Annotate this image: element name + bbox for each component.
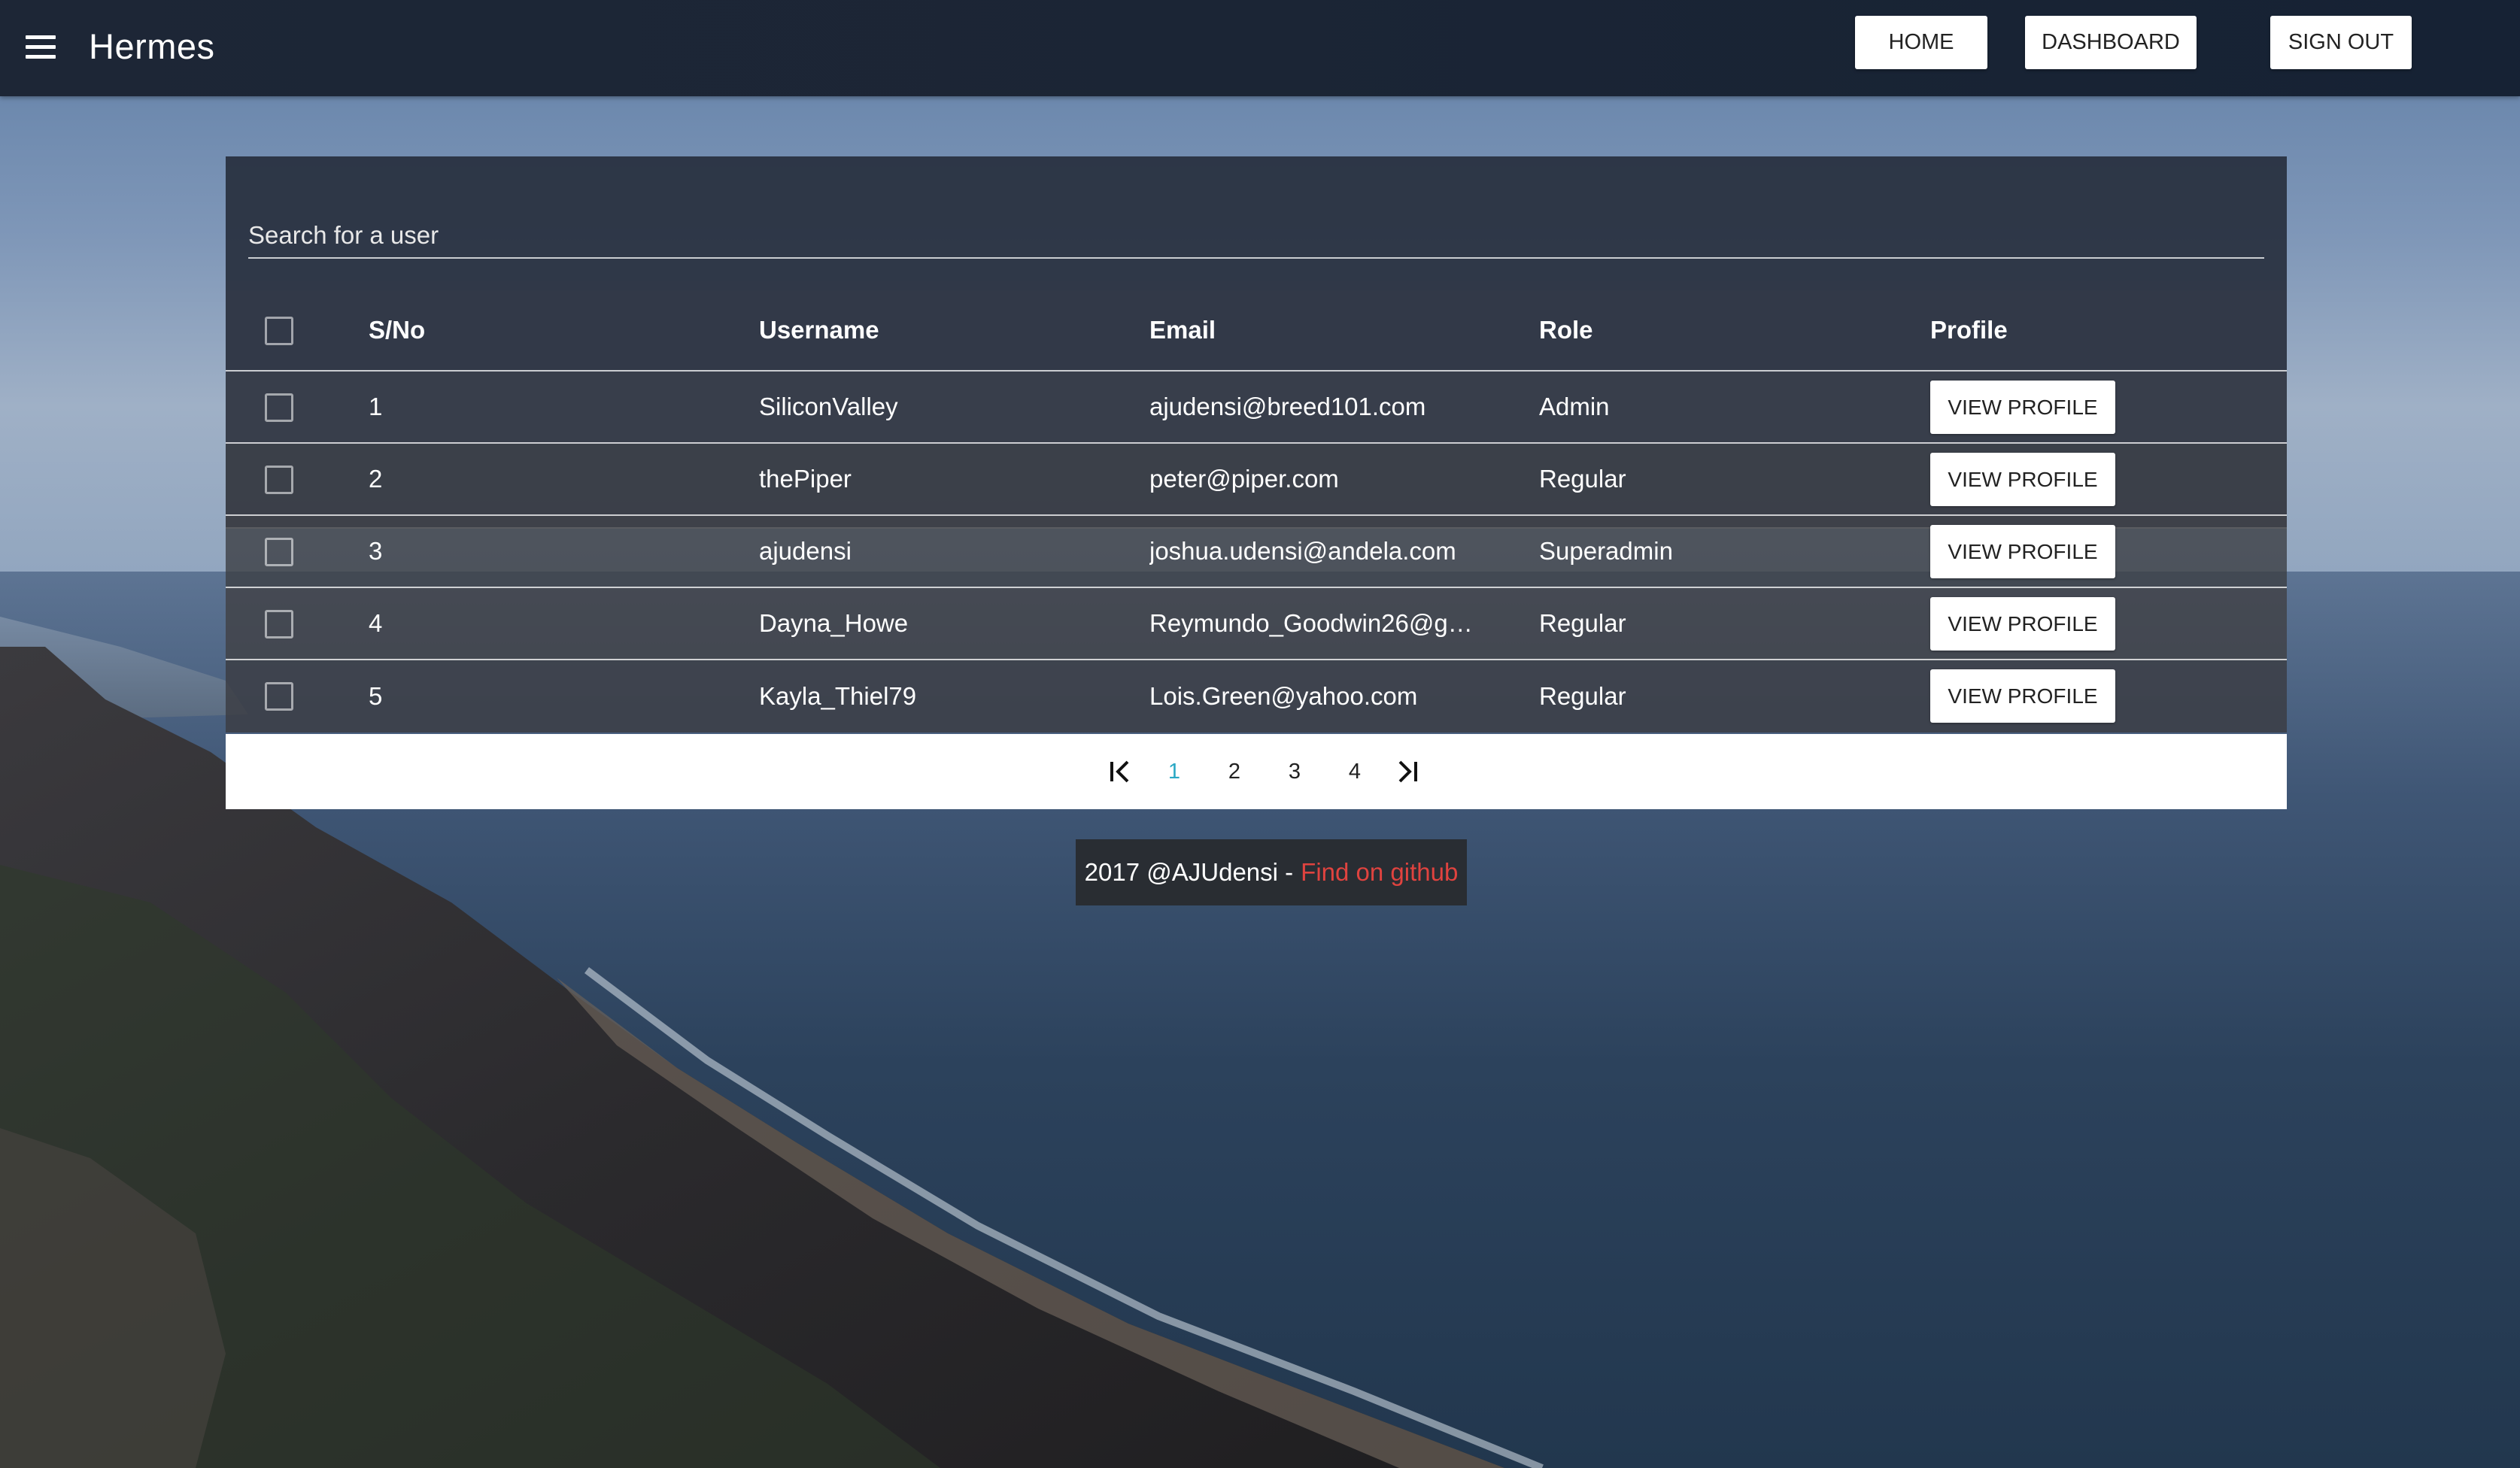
footer-text: 2017 @AJUdensi - [1084,858,1294,886]
first-page-icon[interactable] [1098,734,1143,809]
home-button[interactable]: HOME [1855,16,1987,69]
view-profile-button[interactable]: VIEW PROFILE [1930,525,2115,578]
column-header-profile[interactable]: Profile [1930,290,2246,370]
page-1-button[interactable]: 1 [1155,734,1193,809]
cell-email: Lois.Green@yahoo.com [1149,682,1418,710]
table-row[interactable]: 1 SiliconValley ajudensi@breed101.com Ad… [226,372,2287,444]
top-app-bar: Hermes HOME DASHBOARD SIGN OUT [0,0,2520,96]
row-checkbox[interactable] [265,538,293,566]
page-4-button[interactable]: 4 [1336,734,1374,809]
cell-email: Reymundo_Goodwin26@g… [1149,609,1473,637]
column-header-email[interactable]: Email [1149,290,1465,370]
cell-username: Kayla_Thiel79 [759,682,917,710]
cell-role: Regular [1539,465,1626,493]
row-checkbox[interactable] [265,610,293,638]
table-row[interactable]: 2 thePiper peter@piper.com Regular VIEW … [226,444,2287,516]
table-header-row: S/No Username Email Role Profile [226,290,2287,372]
column-header-role[interactable]: Role [1539,290,1855,370]
cell-role: Regular [1539,682,1626,710]
table-body-wrapper: S/No Username Email Role Profile 1 Silic… [226,290,2287,734]
view-profile-button[interactable]: VIEW PROFILE [1930,453,2115,506]
cell-username: Dayna_Howe [759,609,909,637]
cell-username: SiliconValley [759,393,898,420]
pagination: 1 2 3 4 [226,734,2287,809]
cell-username: ajudensi [759,537,852,565]
search-input[interactable] [248,208,2264,259]
cell-role: Superadmin [1539,537,1673,565]
cell-role: Admin [1539,393,1610,420]
footer: 2017 @AJUdensi - Find on github [1076,839,1467,905]
select-all-checkbox[interactable] [265,317,293,345]
cell-sno: 4 [369,609,383,637]
table-row[interactable]: 5 Kayla_Thiel79 Lois.Green@yahoo.com Reg… [226,660,2287,732]
sign-out-button[interactable]: SIGN OUT [2270,16,2412,69]
cell-email: joshua.udensi@andela.com [1149,537,1456,565]
cell-sno: 1 [369,393,383,420]
cell-email: ajudensi@breed101.com [1149,393,1426,420]
view-profile-button[interactable]: VIEW PROFILE [1930,381,2115,434]
cell-sno: 2 [369,465,383,493]
cell-sno: 5 [369,682,383,710]
column-header-username[interactable]: Username [759,290,1075,370]
cell-email: peter@piper.com [1149,465,1339,493]
row-checkbox[interactable] [265,393,293,422]
cell-role: Regular [1539,609,1626,637]
last-page-icon[interactable] [1384,734,1429,809]
table-row[interactable]: 4 Dayna_Howe Reymundo_Goodwin26@g… Regul… [226,588,2287,660]
row-checkbox[interactable] [265,466,293,494]
view-profile-button[interactable]: VIEW PROFILE [1930,597,2115,651]
dashboard-button[interactable]: DASHBOARD [2025,16,2197,69]
column-header-sno[interactable]: S/No [369,290,685,370]
cell-sno: 3 [369,537,383,565]
table-row[interactable]: 3 ajudensi joshua.udensi@andela.com Supe… [226,516,2287,588]
view-profile-button[interactable]: VIEW PROFILE [1930,669,2115,723]
page-3-button[interactable]: 3 [1276,734,1313,809]
cell-username: thePiper [759,465,852,493]
row-checkbox[interactable] [265,682,293,711]
search-area [226,156,2287,290]
page-2-button[interactable]: 2 [1216,734,1253,809]
hamburger-menu-icon[interactable] [26,35,56,59]
github-link[interactable]: Find on github [1301,858,1458,887]
app-title: Hermes [89,26,215,66]
